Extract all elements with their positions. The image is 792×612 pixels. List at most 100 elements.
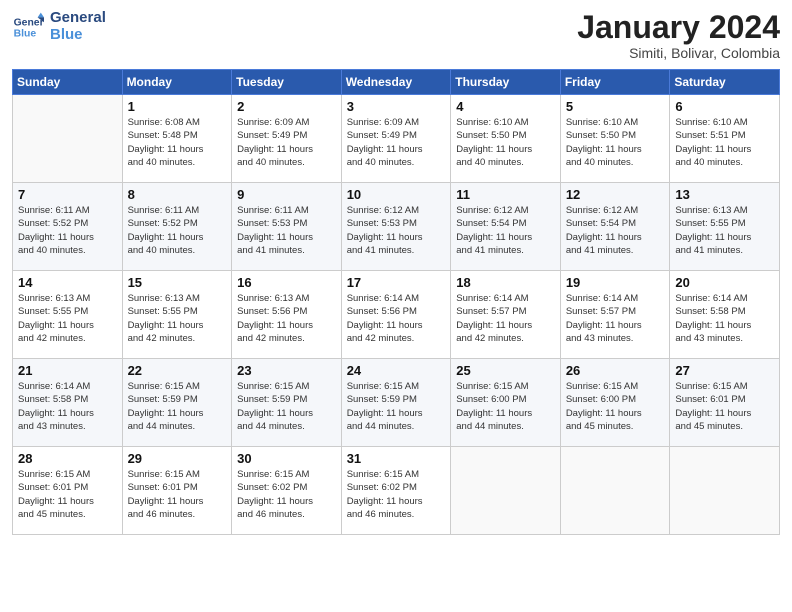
logo-line2: Blue bbox=[50, 27, 106, 44]
day-number: 21 bbox=[18, 363, 117, 378]
month-title: January 2024 bbox=[577, 10, 780, 45]
day-cell bbox=[451, 447, 561, 535]
day-number: 9 bbox=[237, 187, 336, 202]
day-info: Sunrise: 6:10 AM Sunset: 5:50 PM Dayligh… bbox=[456, 116, 555, 169]
day-cell: 29 Sunrise: 6:15 AM Sunset: 6:01 PM Dayli… bbox=[122, 447, 232, 535]
day-info: Sunrise: 6:13 AM Sunset: 5:56 PM Dayligh… bbox=[237, 292, 336, 345]
day-info: Sunrise: 6:12 AM Sunset: 5:54 PM Dayligh… bbox=[456, 204, 555, 257]
day-cell: 16 Sunrise: 6:13 AM Sunset: 5:56 PM Dayli… bbox=[232, 271, 342, 359]
day-info: Sunrise: 6:14 AM Sunset: 5:57 PM Dayligh… bbox=[566, 292, 665, 345]
day-info: Sunrise: 6:09 AM Sunset: 5:49 PM Dayligh… bbox=[237, 116, 336, 169]
header-row: SundayMondayTuesdayWednesdayThursdayFrid… bbox=[13, 70, 780, 95]
week-row-4: 21 Sunrise: 6:14 AM Sunset: 5:58 PM Dayli… bbox=[13, 359, 780, 447]
day-number: 3 bbox=[347, 99, 446, 114]
day-cell: 3 Sunrise: 6:09 AM Sunset: 5:49 PM Daylig… bbox=[341, 95, 451, 183]
day-cell: 23 Sunrise: 6:15 AM Sunset: 5:59 PM Dayli… bbox=[232, 359, 342, 447]
title-block: January 2024 Simiti, Bolivar, Colombia bbox=[577, 10, 780, 61]
header-cell-wednesday: Wednesday bbox=[341, 70, 451, 95]
day-cell bbox=[670, 447, 780, 535]
day-info: Sunrise: 6:11 AM Sunset: 5:53 PM Dayligh… bbox=[237, 204, 336, 257]
day-number: 8 bbox=[128, 187, 227, 202]
day-number: 5 bbox=[566, 99, 665, 114]
header-cell-tuesday: Tuesday bbox=[232, 70, 342, 95]
day-cell: 24 Sunrise: 6:15 AM Sunset: 5:59 PM Dayli… bbox=[341, 359, 451, 447]
day-info: Sunrise: 6:15 AM Sunset: 6:00 PM Dayligh… bbox=[456, 380, 555, 433]
day-number: 2 bbox=[237, 99, 336, 114]
day-number: 26 bbox=[566, 363, 665, 378]
day-cell: 25 Sunrise: 6:15 AM Sunset: 6:00 PM Dayli… bbox=[451, 359, 561, 447]
day-info: Sunrise: 6:15 AM Sunset: 5:59 PM Dayligh… bbox=[347, 380, 446, 433]
day-cell: 6Sunrise: 6:10 AM Sunset: 5:51 PM Daylig… bbox=[670, 95, 780, 183]
day-cell: 27 Sunrise: 6:15 AM Sunset: 6:01 PM Dayli… bbox=[670, 359, 780, 447]
day-cell: 28Sunrise: 6:15 AM Sunset: 6:01 PM Dayli… bbox=[13, 447, 123, 535]
day-cell: 1 Sunrise: 6:08 AM Sunset: 5:48 PM Daylig… bbox=[122, 95, 232, 183]
week-row-2: 7 Sunrise: 6:11 AM Sunset: 5:52 PM Daylig… bbox=[13, 183, 780, 271]
day-number: 7 bbox=[18, 187, 117, 202]
day-number: 17 bbox=[347, 275, 446, 290]
day-number: 30 bbox=[237, 451, 336, 466]
day-info: Sunrise: 6:08 AM Sunset: 5:48 PM Dayligh… bbox=[128, 116, 227, 169]
day-number: 14 bbox=[18, 275, 117, 290]
day-info: Sunrise: 6:15 AM Sunset: 6:01 PM Dayligh… bbox=[128, 468, 227, 521]
day-info: Sunrise: 6:10 AM Sunset: 5:51 PM Dayligh… bbox=[675, 116, 774, 169]
day-number: 12 bbox=[566, 187, 665, 202]
day-number: 4 bbox=[456, 99, 555, 114]
day-cell: 8Sunrise: 6:11 AM Sunset: 5:52 PM Daylig… bbox=[122, 183, 232, 271]
header-cell-friday: Friday bbox=[560, 70, 670, 95]
day-number: 27 bbox=[675, 363, 774, 378]
day-cell: 19 Sunrise: 6:14 AM Sunset: 5:57 PM Dayli… bbox=[560, 271, 670, 359]
header: General Blue General Blue January 2024 S… bbox=[12, 10, 780, 61]
day-number: 10 bbox=[347, 187, 446, 202]
day-cell: 7 Sunrise: 6:11 AM Sunset: 5:52 PM Daylig… bbox=[13, 183, 123, 271]
day-info: Sunrise: 6:14 AM Sunset: 5:57 PM Dayligh… bbox=[456, 292, 555, 345]
day-number: 24 bbox=[347, 363, 446, 378]
day-info: Sunrise: 6:12 AM Sunset: 5:54 PM Dayligh… bbox=[566, 204, 665, 257]
day-number: 20 bbox=[675, 275, 774, 290]
day-number: 1 bbox=[128, 99, 227, 114]
day-info: Sunrise: 6:15 AM Sunset: 6:01 PM Dayligh… bbox=[675, 380, 774, 433]
day-info: Sunrise: 6:11 AM Sunset: 5:52 PM Dayligh… bbox=[18, 204, 117, 257]
logo: General Blue General Blue bbox=[12, 10, 106, 43]
header-cell-thursday: Thursday bbox=[451, 70, 561, 95]
day-cell: 13Sunrise: 6:13 AM Sunset: 5:55 PM Dayli… bbox=[670, 183, 780, 271]
day-cell bbox=[560, 447, 670, 535]
week-row-5: 28Sunrise: 6:15 AM Sunset: 6:01 PM Dayli… bbox=[13, 447, 780, 535]
day-number: 18 bbox=[456, 275, 555, 290]
day-number: 25 bbox=[456, 363, 555, 378]
week-row-1: 1 Sunrise: 6:08 AM Sunset: 5:48 PM Daylig… bbox=[13, 95, 780, 183]
day-info: Sunrise: 6:14 AM Sunset: 5:58 PM Dayligh… bbox=[18, 380, 117, 433]
day-cell: 11 Sunrise: 6:12 AM Sunset: 5:54 PM Dayli… bbox=[451, 183, 561, 271]
header-cell-saturday: Saturday bbox=[670, 70, 780, 95]
day-info: Sunrise: 6:13 AM Sunset: 5:55 PM Dayligh… bbox=[128, 292, 227, 345]
day-info: Sunrise: 6:15 AM Sunset: 5:59 PM Dayligh… bbox=[237, 380, 336, 433]
day-info: Sunrise: 6:09 AM Sunset: 5:49 PM Dayligh… bbox=[347, 116, 446, 169]
day-number: 19 bbox=[566, 275, 665, 290]
day-info: Sunrise: 6:13 AM Sunset: 5:55 PM Dayligh… bbox=[18, 292, 117, 345]
header-cell-sunday: Sunday bbox=[13, 70, 123, 95]
day-info: Sunrise: 6:12 AM Sunset: 5:53 PM Dayligh… bbox=[347, 204, 446, 257]
day-number: 29 bbox=[128, 451, 227, 466]
day-cell: 10 Sunrise: 6:12 AM Sunset: 5:53 PM Dayli… bbox=[341, 183, 451, 271]
day-number: 31 bbox=[347, 451, 446, 466]
day-cell: 2 Sunrise: 6:09 AM Sunset: 5:49 PM Daylig… bbox=[232, 95, 342, 183]
day-cell: 4 Sunrise: 6:10 AM Sunset: 5:50 PM Daylig… bbox=[451, 95, 561, 183]
day-info: Sunrise: 6:15 AM Sunset: 6:01 PM Dayligh… bbox=[18, 468, 117, 521]
day-cell: 12 Sunrise: 6:12 AM Sunset: 5:54 PM Dayli… bbox=[560, 183, 670, 271]
day-cell: 9 Sunrise: 6:11 AM Sunset: 5:53 PM Daylig… bbox=[232, 183, 342, 271]
day-info: Sunrise: 6:15 AM Sunset: 6:00 PM Dayligh… bbox=[566, 380, 665, 433]
day-cell bbox=[13, 95, 123, 183]
day-number: 23 bbox=[237, 363, 336, 378]
day-cell: 21 Sunrise: 6:14 AM Sunset: 5:58 PM Dayli… bbox=[13, 359, 123, 447]
day-cell: 14 Sunrise: 6:13 AM Sunset: 5:55 PM Dayli… bbox=[13, 271, 123, 359]
day-info: Sunrise: 6:14 AM Sunset: 5:58 PM Dayligh… bbox=[675, 292, 774, 345]
day-info: Sunrise: 6:15 AM Sunset: 5:59 PM Dayligh… bbox=[128, 380, 227, 433]
day-number: 16 bbox=[237, 275, 336, 290]
svg-text:General: General bbox=[14, 17, 44, 28]
day-number: 11 bbox=[456, 187, 555, 202]
location-subtitle: Simiti, Bolivar, Colombia bbox=[577, 45, 780, 61]
calendar-container: General Blue General Blue January 2024 S… bbox=[0, 0, 792, 612]
day-cell: 26 Sunrise: 6:15 AM Sunset: 6:00 PM Dayli… bbox=[560, 359, 670, 447]
day-info: Sunrise: 6:14 AM Sunset: 5:56 PM Dayligh… bbox=[347, 292, 446, 345]
logo-line1: General bbox=[50, 10, 106, 27]
day-number: 15 bbox=[128, 275, 227, 290]
